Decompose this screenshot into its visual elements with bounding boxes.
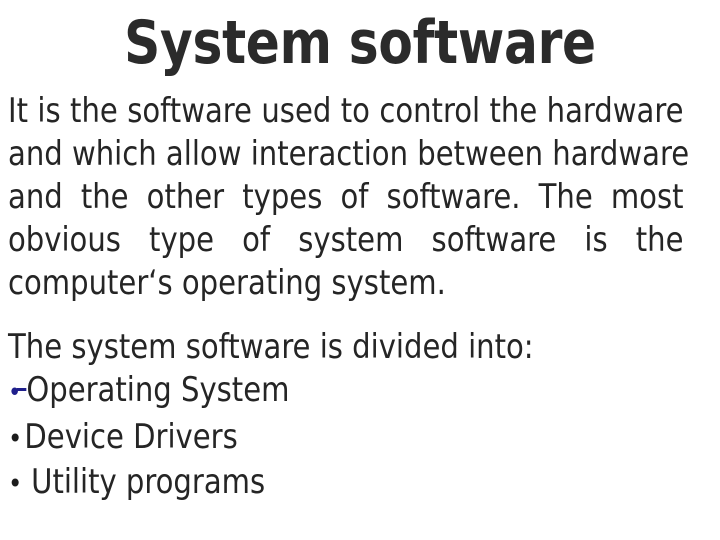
body-line: computer‘s operating system. <box>8 263 446 302</box>
body-line: and which allow interaction between hard… <box>8 134 690 173</box>
body-line: obvious type of system software is the <box>8 220 684 259</box>
list-item: • Operating System <box>8 368 684 415</box>
list-item: •Device Drivers <box>8 415 684 460</box>
bullet-icon: • <box>8 422 23 455</box>
bullet-icon: • <box>8 467 23 500</box>
page-title: System software <box>124 8 596 78</box>
list-section: The system software is divided into: • Op… <box>8 325 684 505</box>
list-item-label: Operating System <box>26 370 290 409</box>
bullet-icon: • <box>8 372 29 415</box>
list-intro-label: The system software is divided into: <box>8 327 534 366</box>
slide-canvas: System software It is the software used … <box>0 0 720 540</box>
body-line: It is the software used to control the h… <box>8 91 684 130</box>
list-item-label: Device Drivers <box>24 417 238 456</box>
list-item-label: Utility programs <box>31 462 266 501</box>
body-line: and the other types of software. The mos… <box>8 177 684 216</box>
list-item: • Utility programs <box>8 460 684 505</box>
body-paragraph: It is the software used to control the h… <box>8 89 690 304</box>
